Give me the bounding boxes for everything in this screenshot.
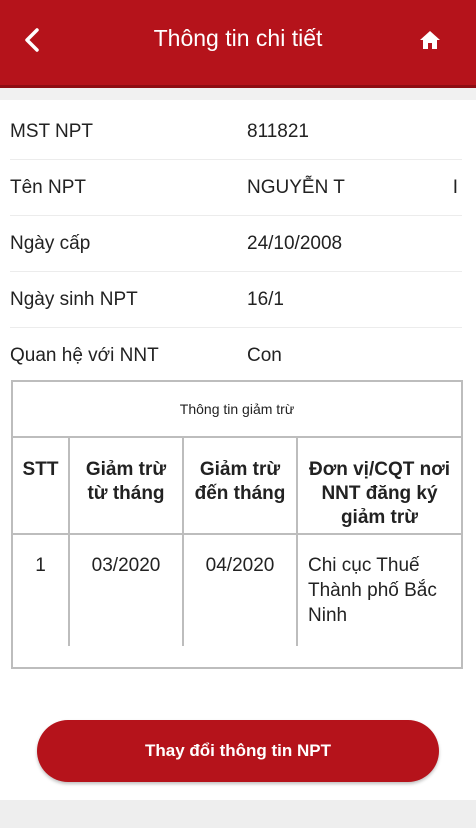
header-gap xyxy=(0,88,476,100)
app-header: Thông tin chi tiết xyxy=(0,0,476,88)
dependent-details: MST NPT 811821 Tên NPT NGUYỄN T I Ngày c… xyxy=(0,104,476,383)
detail-value: NGUYỄN T xyxy=(247,177,345,198)
column-header-tax-unit: Đơn vị/CQT nơi NNT đăng ký giảm trừ xyxy=(297,438,461,535)
deduction-table: Thông tin giảm trừ STT Giảm trừ từ tháng… xyxy=(11,380,463,669)
home-icon xyxy=(420,31,440,49)
detail-label: MST NPT xyxy=(10,121,94,142)
detail-label: Ngày sinh NPT xyxy=(10,289,138,310)
detail-value: 24/10/2008 xyxy=(247,233,343,254)
footer-strip xyxy=(0,800,476,828)
detail-label: Tên NPT xyxy=(10,177,87,198)
table-row: 1 03/2020 04/2020 Chi cục Thuế Thành phố… xyxy=(13,534,461,646)
detail-value: 811821 xyxy=(247,121,309,142)
detail-value: Con xyxy=(247,345,282,366)
cell-from-month: 03/2020 xyxy=(69,534,184,646)
detail-value: 16/1 xyxy=(247,289,284,310)
detail-value-tail: I xyxy=(452,177,458,198)
detail-row-name: Tên NPT NGUYỄN T I xyxy=(10,160,462,216)
cell-stt: 1 xyxy=(13,534,70,646)
detail-label: Ngày cấp xyxy=(10,233,91,254)
column-header-to-month: Giảm trừ đến tháng xyxy=(183,438,298,535)
table-header-row: STT Giảm trừ từ tháng Giảm trừ đến tháng… xyxy=(13,438,461,535)
detail-row-issue-date: Ngày cấp 24/10/2008 xyxy=(10,216,462,272)
cell-to-month: 04/2020 xyxy=(183,534,298,646)
page-title: Thông tin chi tiết xyxy=(153,25,323,51)
detail-row-birth-date: Ngày sinh NPT 16/1 xyxy=(10,272,462,328)
detail-row-relationship: Quan hệ với NNT Con xyxy=(10,328,462,383)
detail-row-tax-code: MST NPT 811821 xyxy=(10,104,462,160)
change-dependent-info-button[interactable]: Thay đổi thông tin NPT xyxy=(37,720,439,782)
column-header-from-month: Giảm trừ từ tháng xyxy=(69,438,184,535)
cell-tax-unit: Chi cục Thuế Thành phố Bắc Ninh xyxy=(308,555,437,626)
home-button[interactable] xyxy=(414,24,446,56)
column-header-stt: STT xyxy=(13,438,70,535)
detail-label: Quan hệ với NNT xyxy=(10,345,159,366)
deduction-grid: STT Giảm trừ từ tháng Giảm trừ đến tháng… xyxy=(13,438,461,646)
deduction-table-title: Thông tin giảm trừ xyxy=(13,382,461,438)
